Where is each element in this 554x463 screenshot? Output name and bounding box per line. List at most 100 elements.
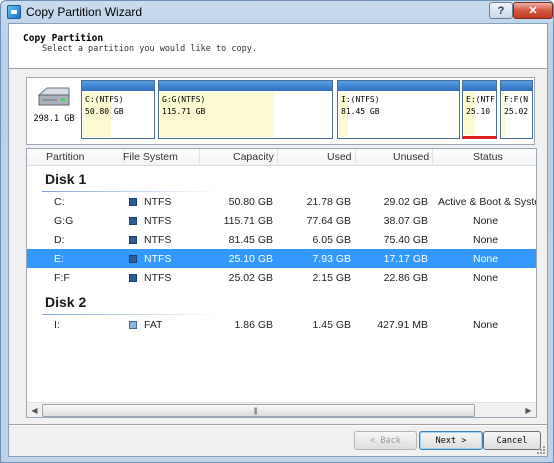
partition-usage-bar <box>501 81 532 91</box>
partition-label: I:(NTFS) 81.45 GB <box>341 95 380 116</box>
cell-capacity: 1.86 GB <box>234 319 273 331</box>
wizard-window: Copy Partition Wizard ? ✕ Copy Partition… <box>0 0 554 463</box>
wizard-header: Copy Partition Select a partition you wo… <box>9 24 547 69</box>
fs-color-swatch <box>129 255 137 263</box>
partition-block-g[interactable]: G:G(NTFS) 115.71 GB <box>158 80 333 139</box>
cell-file-system: NTFS <box>144 253 172 265</box>
cell-partition: I: <box>54 319 60 331</box>
table-row[interactable]: G:G NTFS 115.71 GB 77.64 GB 38.07 GB Non… <box>27 211 536 230</box>
disk-1-block[interactable]: 298.1 GB <box>29 82 79 140</box>
cell-unused: 22.86 GB <box>383 272 428 284</box>
cell-unused: 17.17 GB <box>383 253 428 265</box>
column-divider[interactable] <box>199 149 200 166</box>
cell-used: 1.45 GB <box>312 319 351 331</box>
window-title: Copy Partition Wizard <box>26 5 143 19</box>
step-subtitle: Select a partition you would like to cop… <box>42 44 257 54</box>
cell-file-system: FAT <box>144 319 163 331</box>
cell-partition: F:F <box>54 272 70 284</box>
cell-status: None <box>473 234 499 246</box>
table-row[interactable]: C: NTFS 50.80 GB 21.78 GB 29.02 GB Activ… <box>27 192 536 211</box>
cell-used: 2.15 GB <box>312 272 351 284</box>
cell-partition: G:G <box>54 215 74 227</box>
column-divider[interactable] <box>277 149 278 166</box>
next-button[interactable]: Next > <box>419 431 483 450</box>
app-icon <box>7 5 21 19</box>
cell-status: None <box>473 253 499 265</box>
fs-color-swatch <box>129 236 137 244</box>
disk-size-label: 298.1 GB <box>33 114 75 124</box>
cell-used: 7.93 GB <box>312 253 351 265</box>
cell-capacity: 25.02 GB <box>228 272 273 284</box>
horizontal-scrollbar[interactable]: ◀ ||| ▶ <box>27 402 536 417</box>
cell-unused: 29.02 GB <box>383 196 428 208</box>
cell-used: 6.05 GB <box>312 234 351 246</box>
cell-status: None <box>473 215 499 227</box>
cell-used: 77.64 GB <box>306 215 351 227</box>
table-row-selected[interactable]: E: NTFS 25.10 GB 7.93 GB 17.17 GB None <box>27 249 536 268</box>
scroll-right-arrow-icon[interactable]: ▶ <box>521 404 536 417</box>
hard-disk-icon <box>37 87 70 106</box>
cell-partition: D: <box>54 234 65 246</box>
cell-capacity: 115.71 GB <box>223 215 273 227</box>
table-row[interactable]: F:F NTFS 25.02 GB 2.15 GB 22.86 GB None <box>27 268 536 287</box>
cell-file-system: NTFS <box>144 272 172 284</box>
cell-unused: 75.40 GB <box>383 234 428 246</box>
back-button[interactable]: < Back <box>354 431 417 450</box>
col-unused[interactable]: Unused <box>393 151 429 163</box>
cell-file-system: NTFS <box>144 196 172 208</box>
fs-color-swatch <box>129 274 137 282</box>
disk-map: 298.1 GB C:(NTFS) 50.80 GB G:G(NTFS) 115.7… <box>26 77 535 145</box>
title-bar[interactable]: Copy Partition Wizard ? ✕ <box>1 1 553 23</box>
partition-label: F:F(N 25.02 <box>504 95 529 116</box>
partition-label: G:G(NTFS) 115.71 GB <box>162 95 206 116</box>
partition-usage-bar <box>338 81 459 91</box>
wizard-body: Copy Partition Select a partition you wo… <box>8 23 548 457</box>
grip-icon: ||| <box>254 408 258 415</box>
cell-unused: 427.91 MB <box>377 319 428 331</box>
column-header: Partition File System Capacity Used Unus… <box>27 149 536 166</box>
cell-capacity: 81.45 GB <box>228 234 273 246</box>
column-divider[interactable] <box>355 149 356 166</box>
partition-label: E:(NTF 25.10 <box>466 95 495 116</box>
cell-partition: C: <box>54 196 65 208</box>
help-button[interactable]: ? <box>489 2 513 19</box>
cell-status: None <box>473 272 499 284</box>
close-button[interactable]: ✕ <box>513 2 553 19</box>
col-used[interactable]: Used <box>327 151 352 163</box>
scroll-left-arrow-icon[interactable]: ◀ <box>27 404 42 417</box>
scroll-thumb[interactable]: ||| <box>42 404 475 417</box>
cell-file-system: NTFS <box>144 234 172 246</box>
cell-capacity: 50.80 GB <box>228 196 273 208</box>
fs-color-swatch <box>129 217 137 225</box>
column-divider[interactable] <box>432 149 433 166</box>
resize-grip-icon[interactable] <box>536 445 546 455</box>
partition-list[interactable]: Partition File System Capacity Used Unus… <box>26 148 537 418</box>
partition-usage-bar <box>463 81 496 91</box>
fs-color-swatch <box>129 321 137 329</box>
disk-group-header: Disk 1 <box>45 171 87 187</box>
col-capacity[interactable]: Capacity <box>233 151 274 163</box>
cell-partition: E: <box>54 253 64 265</box>
cell-capacity: 25.10 GB <box>228 253 273 265</box>
cell-status: None <box>473 319 499 331</box>
table-row[interactable]: D: NTFS 81.45 GB 6.05 GB 75.40 GB None <box>27 230 536 249</box>
col-partition[interactable]: Partition <box>46 151 85 163</box>
partition-usage-bar <box>82 81 154 91</box>
partition-usage-bar <box>159 81 332 91</box>
partition-block-e[interactable]: E:(NTF 25.10 <box>462 80 497 139</box>
step-title: Copy Partition <box>23 33 104 44</box>
col-status[interactable]: Status <box>473 151 503 163</box>
cell-file-system: NTFS <box>144 215 172 227</box>
partition-block-c[interactable]: C:(NTFS) 50.80 GB <box>81 80 155 139</box>
cell-used: 21.78 GB <box>306 196 351 208</box>
table-row[interactable]: I: FAT 1.86 GB 1.45 GB 427.91 MB None <box>27 315 536 334</box>
footer-divider <box>9 424 547 426</box>
fs-color-swatch <box>129 198 137 206</box>
col-file-system[interactable]: File System <box>123 151 178 163</box>
cancel-button[interactable]: Cancel <box>483 431 541 450</box>
disk-group-header: Disk 2 <box>45 294 87 310</box>
partition-label: C:(NTFS) 50.80 GB <box>85 95 124 116</box>
cell-status: Active & Boot & System <box>438 196 536 208</box>
partition-block-f[interactable]: F:F(N 25.02 <box>500 80 533 139</box>
partition-block-i[interactable]: I:(NTFS) 81.45 GB <box>337 80 460 139</box>
